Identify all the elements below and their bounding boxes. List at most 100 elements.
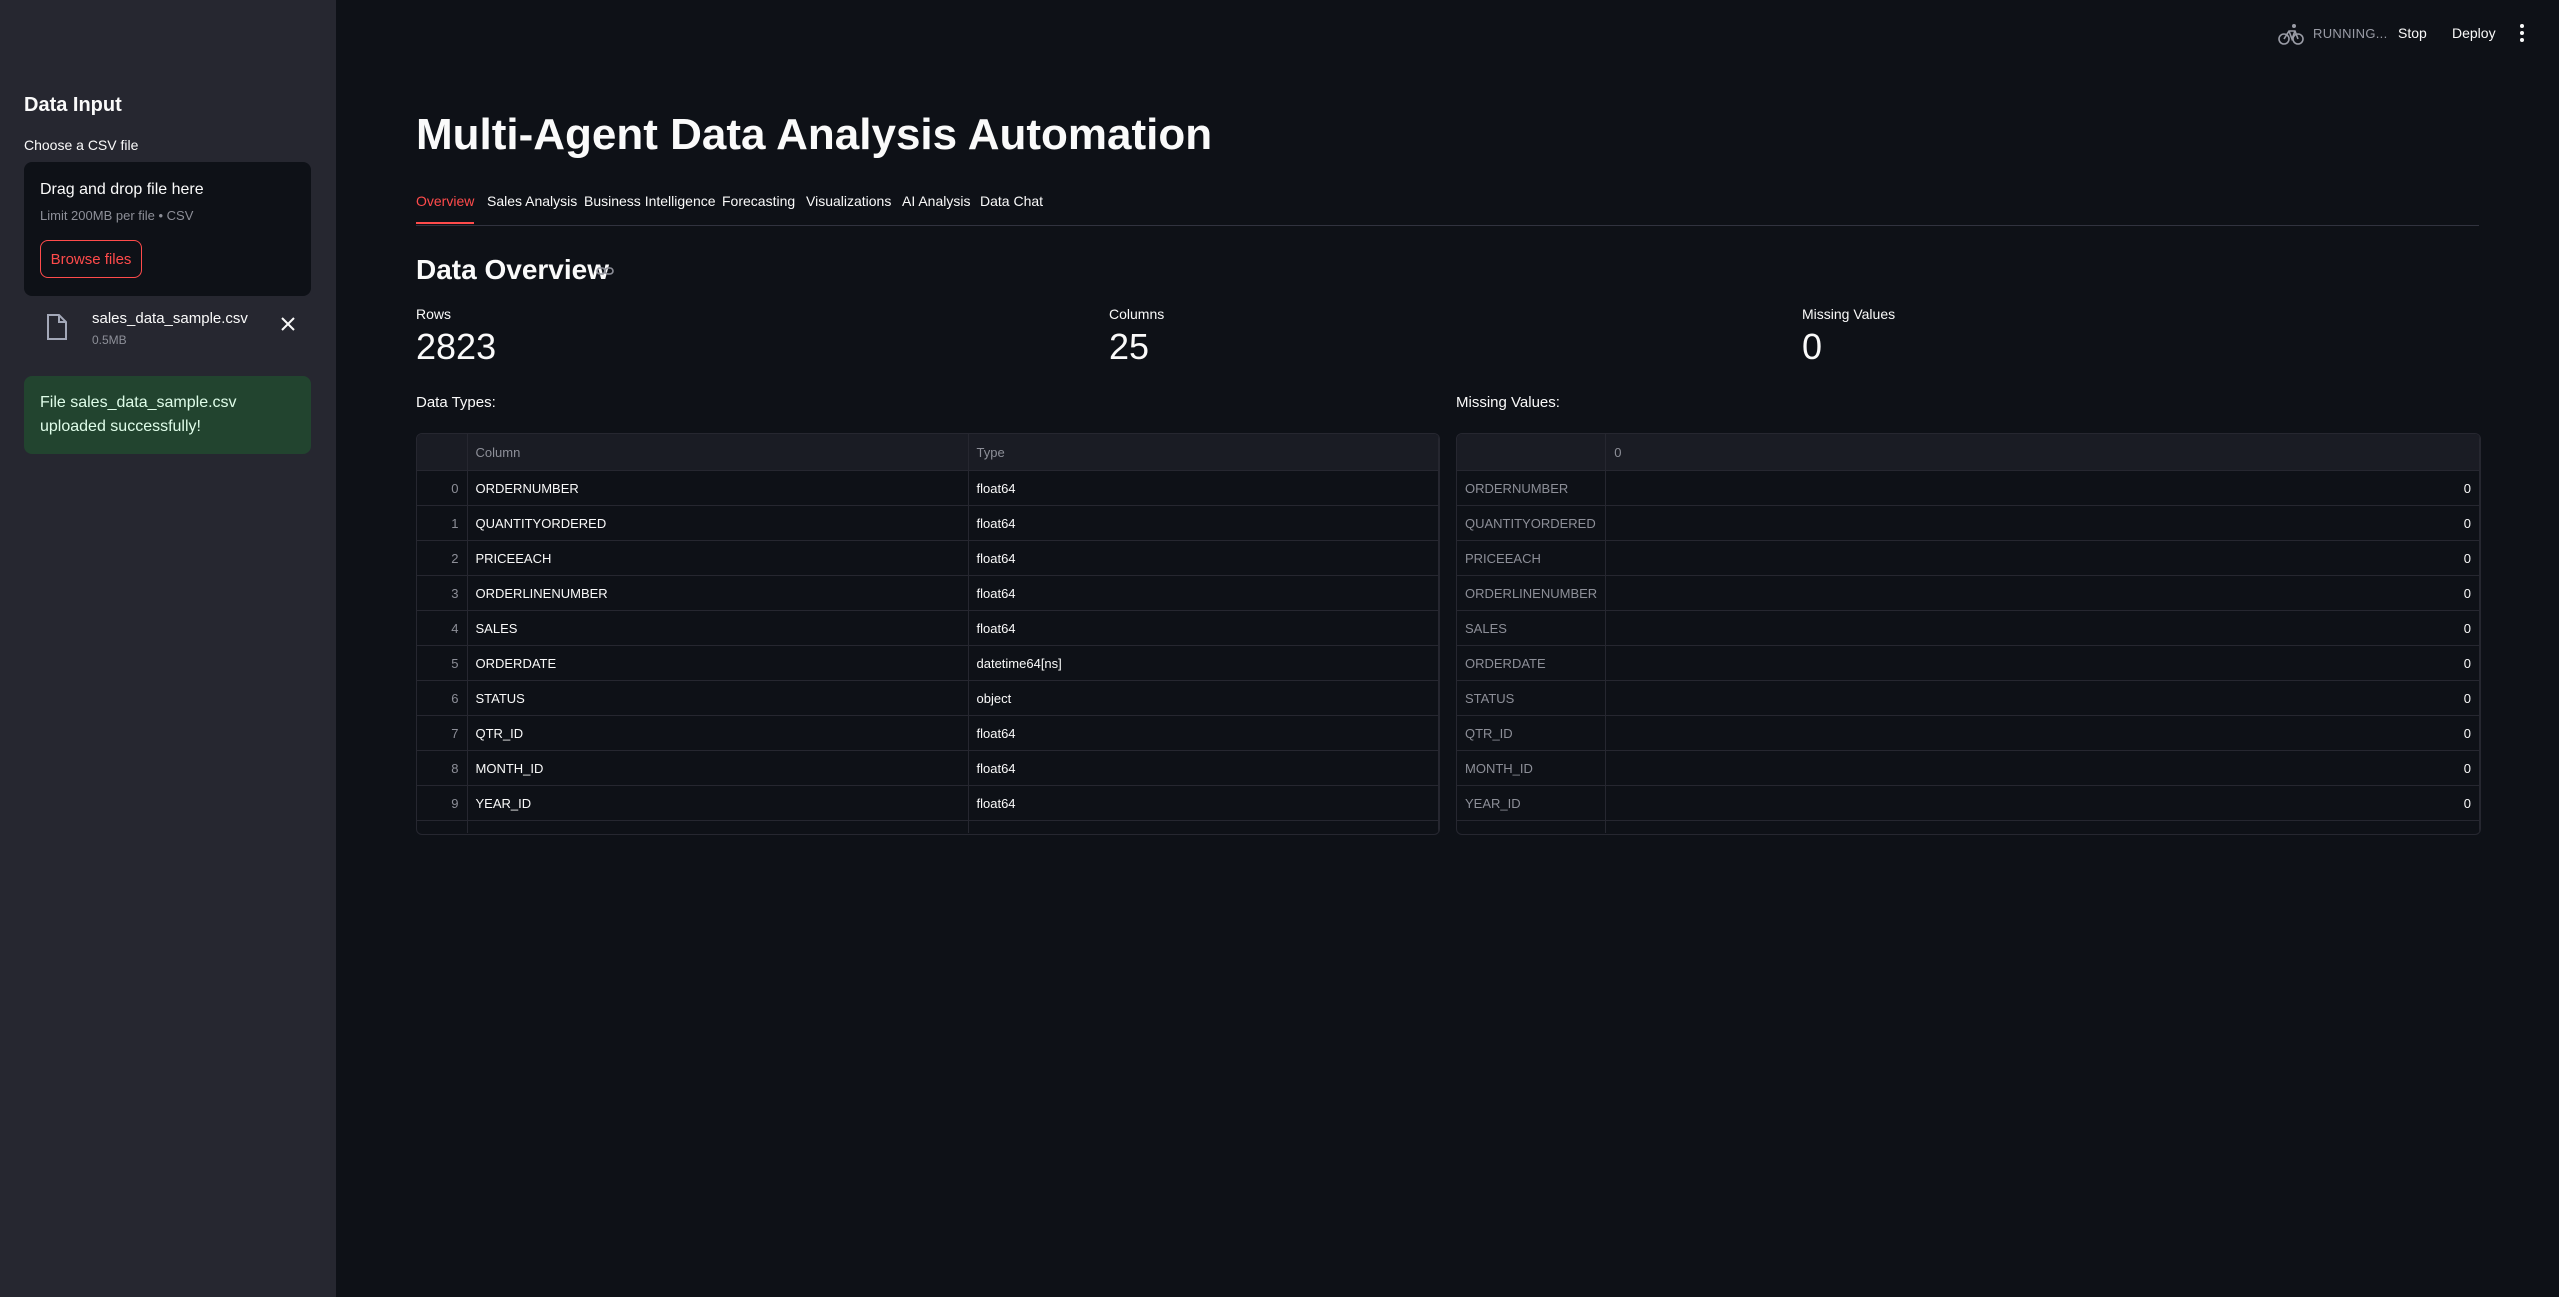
table-cell[interactable]: STATUS xyxy=(467,680,969,716)
stop-button[interactable]: Stop xyxy=(2398,25,2427,41)
table-row[interactable]: QUANTITYORDERED 0 xyxy=(1457,505,2480,541)
table-cell[interactable]: PRICEEACH xyxy=(467,540,969,576)
table-cell[interactable]: 0 xyxy=(1605,505,2480,541)
table-row[interactable]: SALES 0 xyxy=(1457,610,2480,646)
table-cell[interactable]: PRICEEACH xyxy=(1457,540,1607,576)
table-cell[interactable]: float64 xyxy=(968,715,1439,751)
table-row[interactable]: 7 QTR_ID float64 xyxy=(417,715,1439,751)
table-cell[interactable]: 0 xyxy=(1605,540,2480,576)
dropzone-title: Drag and drop file here xyxy=(40,181,204,198)
tab-bar: Overview Sales Analysis Business Intelli… xyxy=(416,193,2479,226)
tab-data-chat[interactable]: Data Chat xyxy=(980,193,1043,224)
tab-overview[interactable]: Overview xyxy=(416,193,475,224)
table-row[interactable]: 2 PRICEEACH float64 xyxy=(417,540,1439,576)
table-header[interactable] xyxy=(1457,434,1607,471)
table-cell[interactable]: MONTH_ID xyxy=(1457,750,1607,786)
table-cell[interactable]: object xyxy=(968,680,1439,716)
table-cell[interactable]: 5 xyxy=(417,645,468,681)
table-row[interactable]: 3 ORDERLINENUMBER float64 xyxy=(417,575,1439,611)
table-cell[interactable]: 4 xyxy=(417,610,468,646)
table-cell[interactable]: 0 xyxy=(1605,715,2480,751)
data-types-table[interactable]: Column Type 0 ORDERNUMBER float64 1 QUANTITY… xyxy=(416,433,1440,835)
table-cell[interactable]: 9 xyxy=(417,785,468,821)
table-row[interactable]: 1 QUANTITYORDERED float64 xyxy=(417,505,1439,541)
section-title: Data Overview xyxy=(416,254,609,285)
table-row[interactable]: MONTH_ID 0 xyxy=(1457,750,2480,786)
table-cell[interactable]: float64 xyxy=(968,470,1439,506)
missing-values-table[interactable]: 0 ORDERNUMBER 0 QUANTITYORDERED 0 PRICEEACH 0… xyxy=(1456,433,2481,835)
table-cell[interactable]: 8 xyxy=(417,750,468,786)
table-header[interactable]: Type xyxy=(968,434,1439,471)
table-header[interactable]: Column xyxy=(467,434,969,471)
table-cell[interactable]: 0 xyxy=(1605,610,2480,646)
table-cell[interactable]: 0 xyxy=(1605,785,2480,821)
table-cell[interactable]: 3 xyxy=(417,575,468,611)
tab-visualizations[interactable]: Visualizations xyxy=(806,193,891,224)
table-row[interactable]: ORDERNUMBER 0 xyxy=(1457,470,2480,506)
table-cell[interactable]: 0 xyxy=(1605,750,2480,786)
table-row[interactable]: PRICEEACH 0 xyxy=(1457,540,2480,576)
table-cell[interactable]: float64 xyxy=(968,785,1439,821)
tab-sales-analysis[interactable]: Sales Analysis xyxy=(487,193,577,224)
main-menu-kebab-icon[interactable] xyxy=(2514,22,2530,44)
metric-missing-label: Missing Values xyxy=(1802,306,1896,322)
table-cell[interactable]: QUANTITYORDERED xyxy=(467,505,969,541)
uploaded-file-name: sales_data_sample.csv xyxy=(92,310,248,327)
table-cell[interactable]: float64 xyxy=(968,610,1439,646)
table-cell[interactable]: 6 xyxy=(417,680,468,716)
deploy-button[interactable]: Deploy xyxy=(2452,25,2496,41)
table-cell[interactable]: SALES xyxy=(1457,610,1607,646)
running-status: RUNNING... xyxy=(2313,26,2388,41)
file-icon xyxy=(47,314,67,340)
table-cell[interactable]: 2 xyxy=(417,540,468,576)
tab-forecasting[interactable]: Forecasting xyxy=(722,193,795,224)
table-row[interactable]: QTR_ID 0 xyxy=(1457,715,2480,751)
table-cell[interactable]: datetime64[ns] xyxy=(968,645,1439,681)
table-cell[interactable]: ORDERDATE xyxy=(467,645,969,681)
table-row[interactable]: 6 STATUS object xyxy=(417,680,1439,716)
table-cell[interactable]: ORDERDATE xyxy=(1457,645,1607,681)
table-header[interactable]: 0 xyxy=(1605,434,2480,471)
table-cell[interactable]: float64 xyxy=(968,575,1439,611)
table-cell[interactable]: 0 xyxy=(1605,575,2480,611)
table-cell[interactable]: float64 xyxy=(968,505,1439,541)
table-cell[interactable]: 0 xyxy=(1605,645,2480,681)
table-row[interactable]: 8 MONTH_ID float64 xyxy=(417,750,1439,786)
table-cell[interactable]: 0 xyxy=(1605,680,2480,716)
table-cell[interactable]: 0 xyxy=(1605,470,2480,506)
metric-rows-label: Rows xyxy=(416,306,452,322)
table-cell[interactable]: 7 xyxy=(417,715,468,751)
tab-ai-analysis[interactable]: AI Analysis xyxy=(902,193,970,224)
table-cell[interactable]: ORDERLINENUMBER xyxy=(1457,575,1607,611)
table-row[interactable]: STATUS 0 xyxy=(1457,680,2480,716)
remove-file-close-icon[interactable] xyxy=(276,312,300,336)
table-cell[interactable]: YEAR_ID xyxy=(1457,785,1607,821)
tab-business-intelligence[interactable]: Business Intelligence xyxy=(584,193,716,224)
table-row[interactable]: YEAR_ID 0 xyxy=(1457,785,2480,821)
table-row[interactable]: 4 SALES float64 xyxy=(417,610,1439,646)
table-row[interactable]: 0 ORDERNUMBER float64 xyxy=(417,470,1439,506)
file-dropzone[interactable]: Drag and drop file here Limit 200MB per … xyxy=(24,162,311,296)
browse-files-button[interactable]: Browse files xyxy=(40,240,142,278)
table-cell[interactable]: float64 xyxy=(968,540,1439,576)
table-cell[interactable]: QTR_ID xyxy=(467,715,969,751)
table-cell[interactable]: STATUS xyxy=(1457,680,1607,716)
table-row[interactable]: ORDERDATE 0 xyxy=(1457,645,2480,681)
table-cell[interactable]: 1 xyxy=(417,505,468,541)
table-cell[interactable]: YEAR_ID xyxy=(467,785,969,821)
table-cell[interactable]: ORDERLINENUMBER xyxy=(467,575,969,611)
table-cell[interactable]: 0 xyxy=(417,470,468,506)
table-cell[interactable]: QTR_ID xyxy=(1457,715,1607,751)
table-header[interactable] xyxy=(417,434,468,471)
table-cell[interactable]: ORDERNUMBER xyxy=(467,470,969,506)
table-cell[interactable]: SALES xyxy=(467,610,969,646)
table-row[interactable]: ORDERLINENUMBER 0 xyxy=(1457,575,2480,611)
table-row[interactable]: 9 YEAR_ID float64 xyxy=(417,785,1439,821)
table-cell[interactable]: MONTH_ID xyxy=(467,750,969,786)
table-row[interactable]: 5 ORDERDATE datetime64[ns] xyxy=(417,645,1439,681)
anchor-link-icon[interactable] xyxy=(596,264,614,278)
table-cell[interactable]: float64 xyxy=(968,750,1439,786)
sidebar: Data Input Choose a CSV file Drag and dr… xyxy=(0,0,336,1297)
table-cell[interactable]: ORDERNUMBER xyxy=(1457,470,1607,506)
table-cell[interactable]: QUANTITYORDERED xyxy=(1457,505,1607,541)
